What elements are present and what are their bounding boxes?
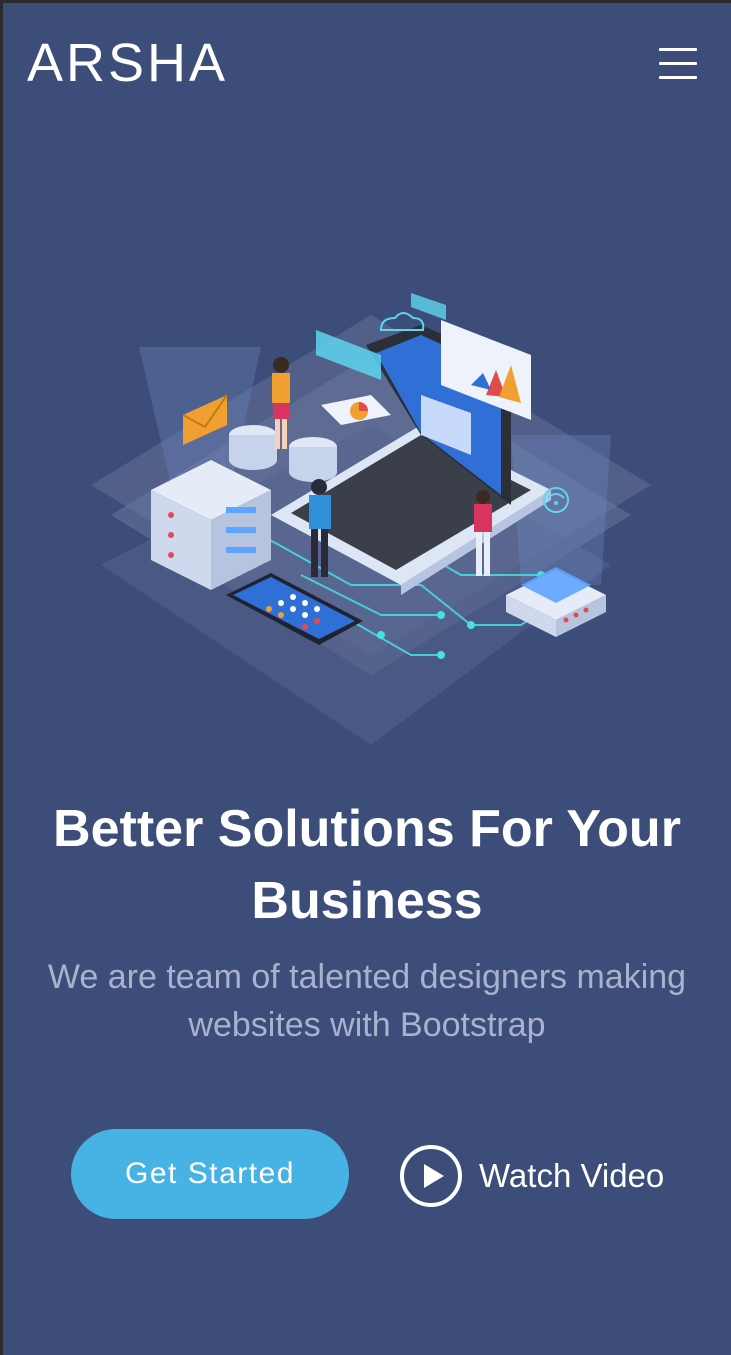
watch-video-label: Watch Video	[479, 1157, 665, 1194]
subtitle-line-2: websites with Bootstrap	[188, 1006, 546, 1044]
watch-video-button[interactable]: Watch Video	[399, 1143, 664, 1209]
hamburger-menu-icon[interactable]	[655, 45, 703, 85]
subtitle-line-1: We are team of talented designers making	[47, 958, 687, 996]
logo[interactable]: ARSHA	[27, 31, 228, 95]
get-started-button[interactable]: Get Started	[71, 1129, 349, 1219]
headline-line-2: Business	[251, 872, 483, 930]
hero-illustration	[91, 293, 651, 745]
play-circle-icon[interactable]	[399, 1144, 463, 1208]
headline-line-1: Better Solutions For Your	[53, 800, 681, 858]
hero-headline: Better Solutions For Your Business	[23, 793, 711, 937]
header: ARSHA	[3, 3, 731, 123]
page: ARSHA Better Solutions For Your Business…	[3, 3, 731, 1355]
hero-subtitle: We are team of talented designers making…	[23, 953, 711, 1049]
